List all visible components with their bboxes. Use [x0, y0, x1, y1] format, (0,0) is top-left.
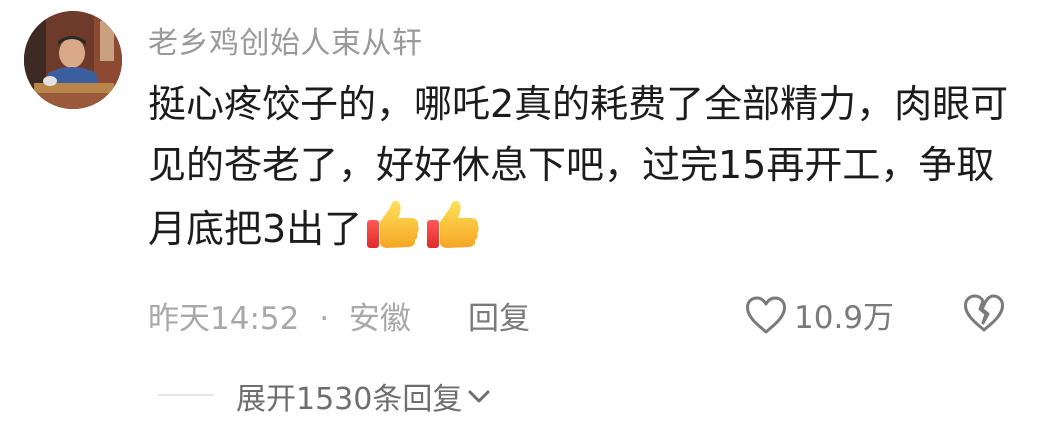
- chevron-down-icon: [468, 390, 490, 403]
- thumbs-up-icon: [427, 200, 479, 248]
- comment-location: 安徽: [348, 301, 411, 337]
- avatar-image: [24, 11, 122, 109]
- dislike-button[interactable]: [962, 293, 1006, 337]
- like-count: 10.9万: [794, 300, 895, 336]
- thumbs-up-icon: [367, 200, 419, 248]
- comment-time: 昨天14:52: [148, 301, 300, 337]
- comment-text-body: 挺心疼饺子的，哪吒2真的耗费了全部精力，肉眼可见的苍老了，好好休息下吧，过完15…: [148, 82, 1009, 251]
- heart-icon: [746, 296, 786, 333]
- username[interactable]: 老乡鸡创始人束从轩: [148, 18, 423, 62]
- like-button[interactable]: 10.9万: [744, 292, 894, 337]
- comment-meta: 昨天14:52 · 安徽: [148, 293, 411, 338]
- reply-button[interactable]: 回复: [468, 293, 530, 338]
- expand-replies-button[interactable]: 展开1530条回复: [236, 374, 492, 418]
- divider: [158, 394, 214, 396]
- avatar[interactable]: [24, 11, 122, 109]
- meta-separator: ·: [319, 301, 330, 337]
- expand-replies-label: 展开1530条回复: [236, 382, 463, 417]
- comment-text: 挺心疼饺子的，哪吒2真的耗费了全部精力，肉眼可见的苍老了，好好休息下吧，过完15…: [148, 74, 1028, 260]
- broken-heart-icon: [964, 294, 1004, 332]
